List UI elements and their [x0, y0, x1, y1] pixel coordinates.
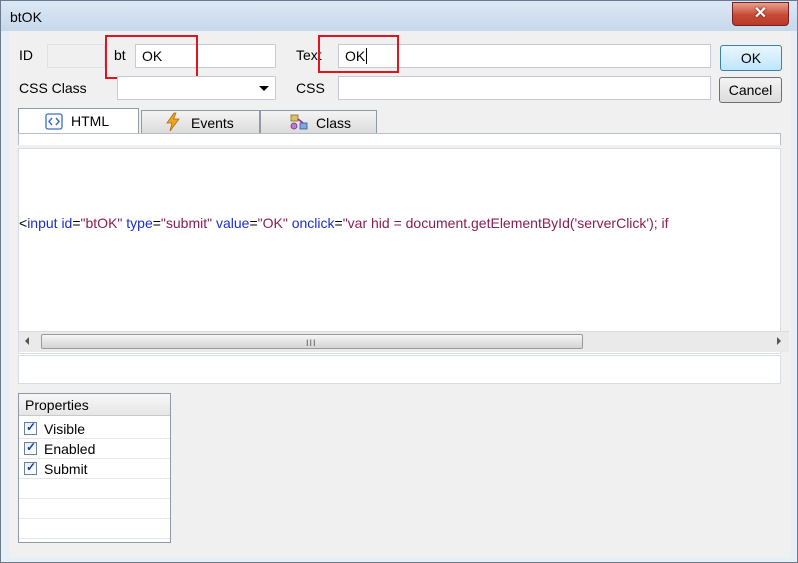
code-value: "submit"	[160, 215, 213, 231]
grip-icon: III	[306, 338, 317, 348]
chevron-down-icon	[259, 86, 269, 91]
properties-panel: Properties ✓ Visible ✓ Enabled ✓ Submit	[18, 393, 171, 543]
id-disabled-field	[47, 44, 105, 68]
ok-button[interactable]: OK	[720, 45, 782, 71]
text-highlight-box	[318, 35, 399, 73]
close-button[interactable]: ✕	[732, 2, 789, 26]
property-row-visible[interactable]: ✓ Visible	[19, 419, 170, 439]
code-bracket: <	[19, 215, 28, 231]
css-class-label: CSS Class	[19, 80, 87, 96]
code-attr: type	[126, 215, 153, 231]
tab-html[interactable]: HTML	[18, 108, 139, 135]
code-value: "var hid = document.getElementById('serv…	[342, 215, 669, 231]
tab-html-label: HTML	[71, 113, 110, 129]
code-value: "btOK"	[80, 215, 123, 231]
horizontal-scrollbar[interactable]: III	[19, 331, 789, 352]
window-title: btOK	[10, 9, 42, 25]
submit-checkbox[interactable]: ✓	[24, 460, 37, 475]
tab-class-label: Class	[316, 115, 352, 131]
tab-events-label: Events	[191, 115, 234, 131]
html-code-line[interactable]: <input id="btOK" type="submit" value="OK…	[19, 213, 789, 233]
property-row-submit[interactable]: ✓ Submit	[19, 459, 170, 479]
checkmark-icon: ✓	[26, 460, 37, 474]
property-label: Visible	[44, 421, 85, 437]
code-tag: input	[27, 215, 58, 231]
property-row-empty	[19, 499, 170, 519]
checkmark-icon: ✓	[26, 440, 37, 454]
visible-checkbox[interactable]: ✓	[24, 420, 37, 435]
dialog-window: btOK ✕ ID bt OK Text OK OK CSS Class CSS…	[0, 0, 798, 563]
tab-events[interactable]: Events	[141, 110, 260, 135]
scroll-left-icon[interactable]	[25, 337, 29, 345]
cancel-button[interactable]: Cancel	[719, 77, 782, 103]
property-label: Enabled	[44, 441, 96, 457]
code-attr: onclick	[291, 215, 335, 231]
property-label: Submit	[44, 461, 88, 477]
property-row-empty	[19, 519, 170, 539]
css-class-dropdown[interactable]	[117, 76, 276, 100]
checkmark-icon: ✓	[26, 420, 37, 434]
scrollbar-thumb[interactable]: III	[41, 334, 583, 349]
status-panel	[18, 355, 781, 384]
title-bar[interactable]: btOK ✕	[1, 1, 797, 31]
code-attr: id	[61, 215, 73, 231]
dialog-body: ID bt OK Text OK OK CSS Class CSS Cancel…	[9, 31, 791, 557]
id-highlight-box	[105, 35, 198, 79]
id-label: ID	[19, 47, 33, 63]
property-row-enabled[interactable]: ✓ Enabled	[19, 439, 170, 459]
code-value: "OK"	[257, 215, 288, 231]
close-icon: ✕	[753, 5, 768, 22]
code-attr: value	[216, 215, 250, 231]
enabled-checkbox[interactable]: ✓	[24, 440, 37, 455]
tab-class[interactable]: Class	[260, 110, 377, 135]
css-label: CSS	[296, 80, 325, 96]
css-input[interactable]	[338, 76, 711, 100]
tab-content-top-border	[18, 133, 781, 145]
properties-header: Properties	[19, 394, 170, 416]
scroll-right-icon[interactable]	[777, 337, 781, 345]
html-editor[interactable]	[18, 148, 781, 354]
property-row-empty	[19, 479, 170, 499]
